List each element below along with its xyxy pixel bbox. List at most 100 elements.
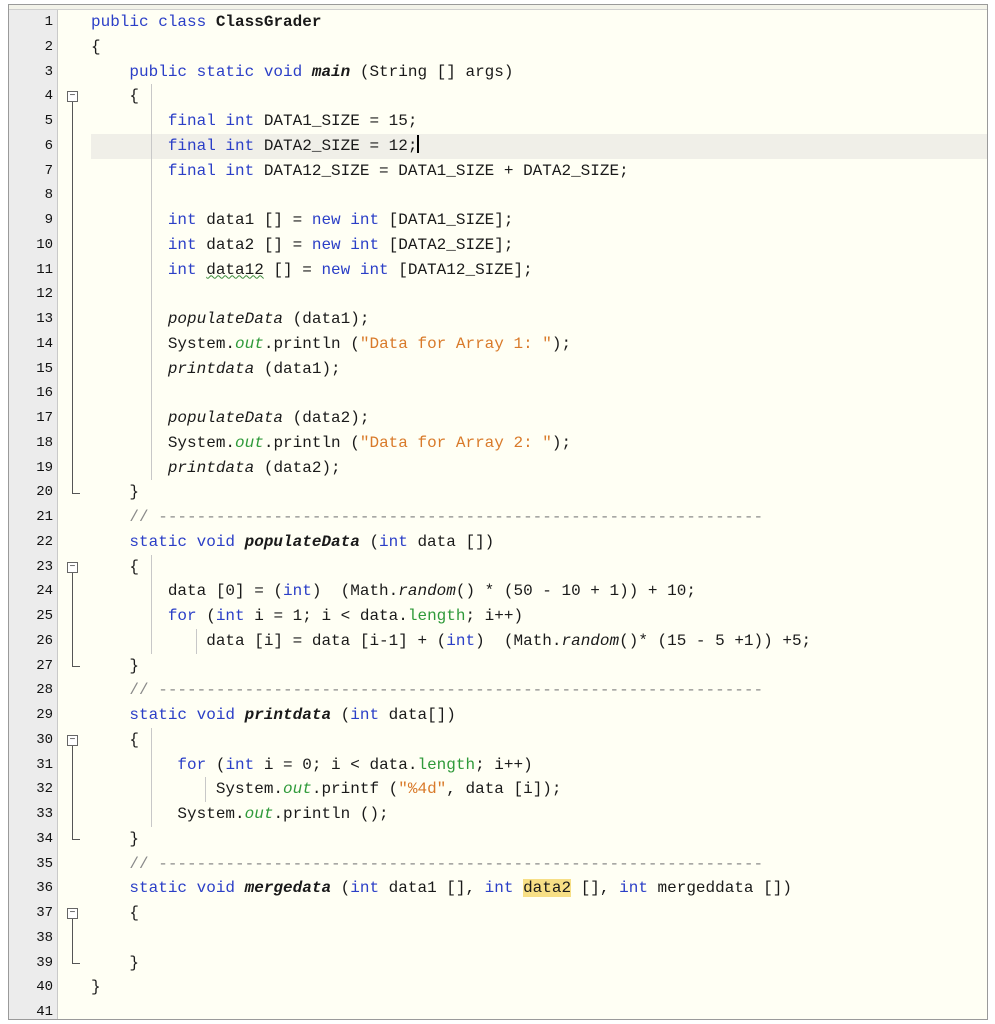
code-line[interactable]: static void mergedata (int data1 [], int… <box>91 876 987 901</box>
code-line[interactable]: public class ClassGrader <box>91 10 987 35</box>
fold-toggle-icon[interactable]: − <box>67 734 78 746</box>
code-token: int <box>91 211 207 229</box>
code-line[interactable]: final int DATA12_SIZE = DATA1_SIZE + DAT… <box>91 159 987 184</box>
code-token: { <box>91 904 140 922</box>
code-token: int <box>215 607 255 625</box>
code-line[interactable]: static void populateData (int data []) <box>91 530 987 555</box>
code-line[interactable] <box>91 282 987 307</box>
code-line[interactable]: { <box>91 35 987 60</box>
code-token: int <box>91 260 207 279</box>
code-line[interactable]: System.out.println (); <box>91 802 987 827</box>
line-number: 5 <box>44 113 53 129</box>
code-token: (data1); <box>254 359 341 378</box>
code-token: static void <box>91 532 245 551</box>
code-token: System. <box>91 334 236 353</box>
code-token: ( <box>215 755 226 774</box>
code-token: { <box>91 557 140 576</box>
fold-toggle-icon[interactable]: − <box>67 908 78 919</box>
line-number: 21 <box>36 509 53 525</box>
code-token: int <box>446 631 476 650</box>
fold-range-line <box>72 102 73 493</box>
code-line[interactable]: final int DATA1_SIZE = 15; <box>91 109 987 134</box>
fold-toggle-icon[interactable]: − <box>67 561 78 573</box>
fold-range-line <box>72 745 73 840</box>
code-line[interactable]: populateData (data1); <box>91 307 987 332</box>
code-line[interactable]: // -------------------------------------… <box>91 505 987 530</box>
line-number: 19 <box>36 459 53 476</box>
line-number: 12 <box>36 286 53 303</box>
code-line[interactable]: data [0] = (int) (Math.random() * (50 - … <box>91 579 987 604</box>
fold-toggle-icon[interactable]: − <box>67 91 78 103</box>
code-token: { <box>91 37 101 56</box>
code-line[interactable]: } <box>91 480 987 505</box>
code-line[interactable]: System.out.println ("Data for Array 1: "… <box>91 332 987 357</box>
code-line[interactable]: } <box>91 951 987 976</box>
line-number: 37 <box>36 905 53 921</box>
text-caret <box>417 134 420 153</box>
indent-guide <box>151 727 152 827</box>
line-number: 1 <box>44 14 53 30</box>
code-token: (data2); <box>254 458 341 477</box>
code-line[interactable]: // -------------------------------------… <box>91 678 987 703</box>
code-line[interactable]: { <box>91 84 987 109</box>
code-line[interactable]: { <box>91 728 987 753</box>
code-token: (data2); <box>283 409 370 427</box>
code-line[interactable]: data [i] = data [i-1] + (int) (Math.rand… <box>91 629 987 654</box>
code-token: (data1); <box>283 310 370 328</box>
code-line[interactable]: populateData (data2); <box>91 406 987 431</box>
code-token: i = 0; i < data. <box>263 755 418 774</box>
code-line[interactable]: static void printdata (int data[]) <box>91 703 987 728</box>
code-token: } <box>91 953 140 972</box>
code-token: // -------------------------------------… <box>91 508 764 526</box>
code-token: [DATA2_SIZE]; <box>388 235 514 254</box>
code-token: int <box>350 706 389 724</box>
code-line[interactable]: int data2 [] = new int [DATA2_SIZE]; <box>91 233 987 258</box>
code-token: ; i++) <box>475 755 533 774</box>
line-number: 25 <box>36 608 53 624</box>
code-line[interactable]: System.out.println ("Data for Array 2: "… <box>91 431 987 456</box>
code-line[interactable]: int data1 [] = new int [DATA1_SIZE]; <box>91 208 987 233</box>
line-number: 8 <box>44 187 53 204</box>
code-token: (String [] args) <box>350 62 514 81</box>
code-line[interactable]: for (int i = 0; i < data.length; i++) <box>91 753 987 778</box>
line-number: 17 <box>36 410 53 426</box>
code-token: new int <box>311 235 389 254</box>
code-token: main <box>311 62 351 81</box>
code-area[interactable]: public class ClassGrader { public static … <box>91 10 987 1019</box>
code-line[interactable]: final int DATA2_SIZE = 12; <box>91 133 987 159</box>
code-line[interactable]: printdata (data2); <box>91 456 987 481</box>
line-number: 30 <box>36 731 53 748</box>
line-number: 40 <box>36 979 53 996</box>
code-line[interactable]: { <box>91 555 987 580</box>
code-token: for <box>91 607 207 625</box>
code-token: length <box>417 755 476 774</box>
code-line[interactable]: } <box>91 654 987 679</box>
code-line[interactable] <box>91 381 987 406</box>
code-line[interactable] <box>91 183 987 208</box>
code-token: i = 1; i < data. <box>254 607 408 625</box>
code-token: () * (50 - 10 + 1)) + 10; <box>455 582 696 601</box>
fold-end-mark <box>72 492 80 494</box>
line-number: 15 <box>36 360 53 377</box>
code-line[interactable] <box>91 1000 987 1019</box>
code-editor[interactable]: 1 2 3 4 5 6 7 8 9 10 11 12 13 14 15 16 17 18 19 20 21 22 23 24 2… <box>8 4 988 1020</box>
code-line[interactable]: { <box>91 901 987 926</box>
code-line[interactable]: } <box>91 827 987 852</box>
code-line[interactable]: System.out.printf ("%4d", data [i]); <box>91 777 987 802</box>
code-line[interactable]: } <box>91 975 987 1000</box>
code-token: int <box>91 235 207 254</box>
code-token: int <box>225 755 264 774</box>
code-token: data [0] = ( <box>91 582 284 601</box>
code-token: } <box>91 656 140 675</box>
code-line[interactable]: // -------------------------------------… <box>91 852 987 877</box>
code-token: data12 <box>206 260 264 279</box>
code-token: } <box>91 978 101 997</box>
code-token: new int <box>311 211 389 229</box>
code-line[interactable]: printdata (data1); <box>91 357 987 382</box>
code-line[interactable]: int data12 [] = new int [DATA12_SIZE]; <box>91 258 987 283</box>
code-line[interactable] <box>91 926 987 951</box>
code-line[interactable]: for (int i = 1; i < data.length; i++) <box>91 604 987 629</box>
fold-end-mark <box>72 962 80 964</box>
code-line[interactable]: public static void main (String [] args) <box>91 60 987 85</box>
